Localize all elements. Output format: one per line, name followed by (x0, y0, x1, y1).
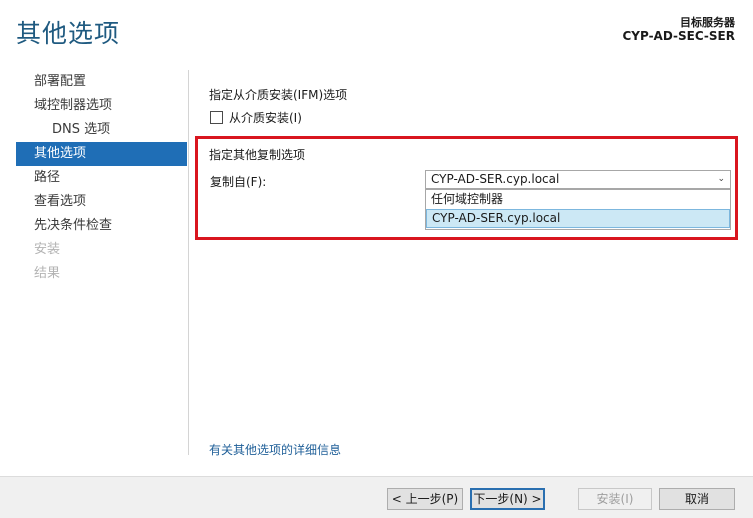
sidebar-item-results: 结果 (34, 266, 61, 281)
replicate-from-dropdown-list: 任何域控制器 CYP-AD-SER.cyp.local (425, 189, 731, 230)
sidebar-item-deployment-config[interactable]: 部署配置 (16, 70, 187, 94)
chevron-down-icon[interactable]: ⌄ (717, 171, 725, 188)
dropdown-option-any-dc[interactable]: 任何域控制器 (426, 190, 730, 209)
wizard-footer: < 上一步(P) 下一步(N) > 安装(I) 取消 (0, 476, 753, 518)
more-info-link[interactable]: 有关其他选项的详细信息 (209, 441, 341, 458)
replication-section-heading: 指定其他复制选项 (209, 148, 306, 162)
ifm-section-heading: 指定从介质安装(IFM)选项 (209, 88, 348, 102)
ifm-checkbox-label[interactable]: 从介质安装(I) (229, 109, 302, 126)
target-server-name: CYP-AD-SEC-SER (622, 29, 736, 43)
sidebar-item-paths[interactable]: 路径 (16, 166, 187, 190)
install-button: 安装(I) (578, 488, 652, 510)
replicate-from-label: 复制自(F): (210, 175, 267, 189)
replicate-from-value: CYP-AD-SER.cyp.local (431, 172, 560, 186)
sidebar-item-dc-options[interactable]: 域控制器选项 (16, 94, 187, 118)
ifm-checkbox[interactable] (210, 110, 223, 124)
sidebar-item-dns-options[interactable]: DNS 选项 (16, 118, 187, 142)
cancel-button[interactable]: 取消 (659, 488, 735, 510)
dropdown-option-cyp-ad-ser[interactable]: CYP-AD-SER.cyp.local (426, 209, 730, 228)
ifm-checkbox-row[interactable]: 从介质安装(I) (210, 109, 302, 125)
wizard-sidebar: 部署配置 域控制器选项 DNS 选项 其他选项 路径 查看选项 先决条件检查 安… (16, 70, 187, 286)
previous-button[interactable]: < 上一步(P) (387, 488, 463, 510)
next-button[interactable]: 下一步(N) > (470, 488, 545, 510)
page-title: 其他选项 (16, 19, 121, 48)
replicate-from-combobox[interactable]: CYP-AD-SER.cyp.local ⌄ (425, 170, 731, 189)
target-server-label: 目标服务器 (680, 16, 735, 29)
sidebar-item-additional-options[interactable]: 其他选项 (16, 142, 187, 166)
sidebar-divider (188, 70, 189, 455)
sidebar-item-review-options[interactable]: 查看选项 (16, 190, 187, 214)
sidebar-item-installation: 安装 (34, 242, 61, 257)
sidebar-item-prereq-check[interactable]: 先决条件检查 (16, 214, 187, 238)
